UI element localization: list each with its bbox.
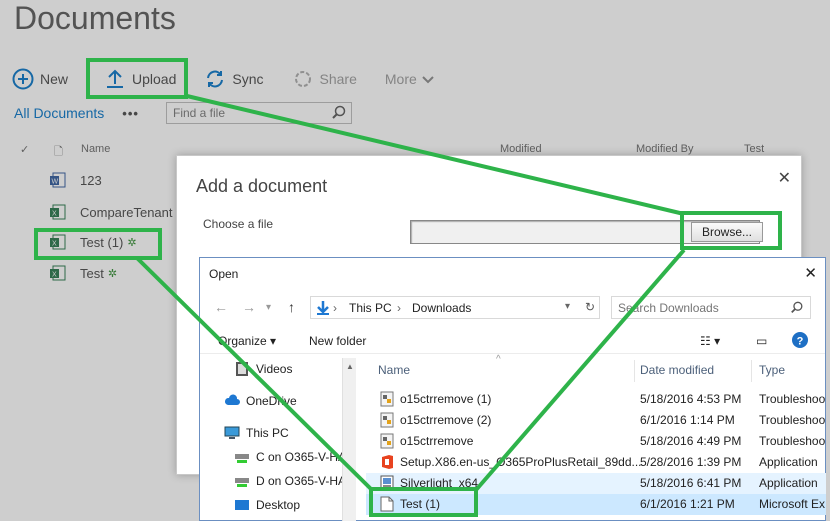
callout-box-upload [86,58,188,99]
callout-box-selected-file [369,487,478,517]
callout-line-listitem-to-file [135,256,374,492]
callout-line-browse-to-file [474,248,686,492]
callout-line-upload-to-browse [186,94,685,216]
callout-box-list-item [34,228,162,260]
callout-box-browse [680,211,782,250]
